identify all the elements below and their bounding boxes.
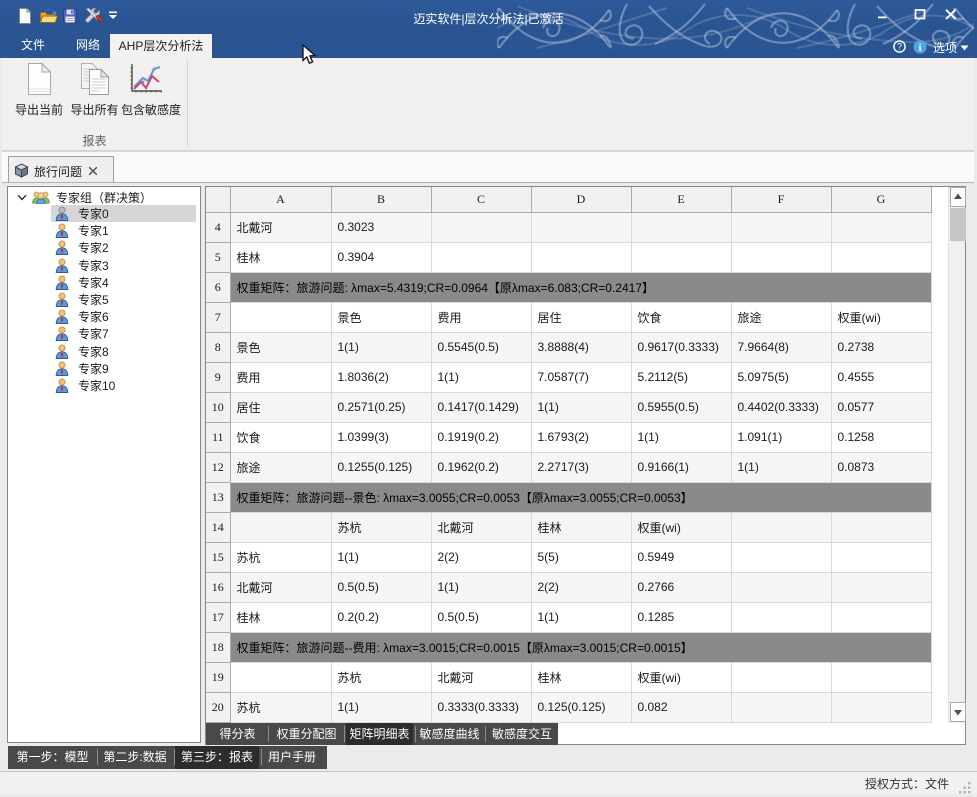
svg-text:?: ? bbox=[897, 42, 902, 52]
svg-text:i: i bbox=[919, 43, 922, 54]
